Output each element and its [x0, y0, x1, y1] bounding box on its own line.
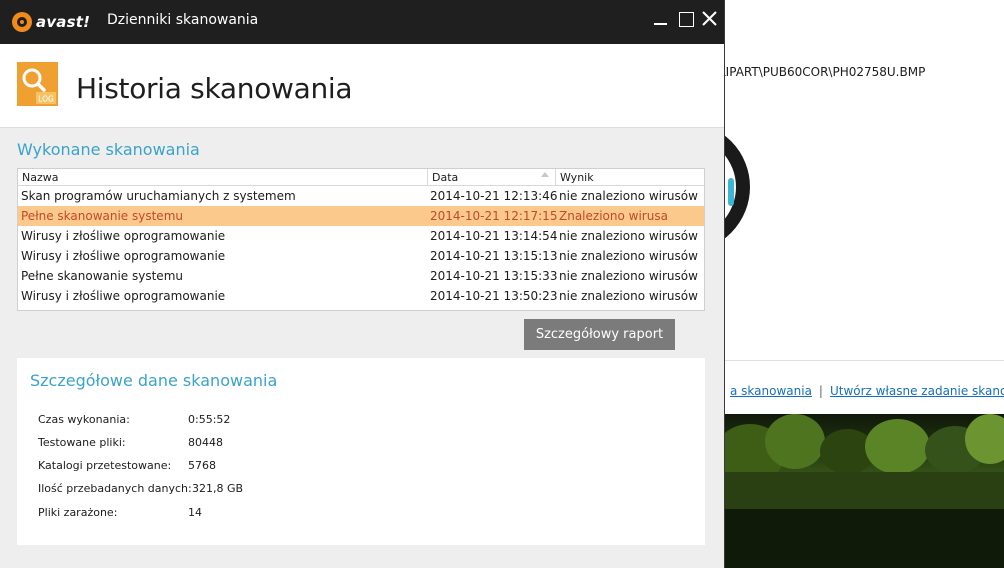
cell-date: 2014-10-21 13:14:54 [430, 229, 558, 243]
table-row[interactable]: Wirusy i złośliwe oprogramowanie 2014-10-… [18, 286, 704, 306]
cell-name: Wirusy i złośliwe oprogramowanie [21, 249, 226, 263]
background-photo [725, 414, 1004, 568]
log-file-icon: LOG [17, 62, 58, 106]
column-header-result[interactable]: Wynik [556, 169, 704, 186]
cell-result: nie znaleziono wirusów [559, 249, 698, 263]
detail-value: 0:55:52 [188, 413, 231, 426]
table-row[interactable]: Pełne skanowanie systemu 2014-10-21 12:17… [18, 206, 704, 226]
cell-date: 2014-10-21 13:15:13 [430, 249, 558, 263]
detail-row: Testowane pliki: 80448 [38, 436, 223, 449]
avast-logo-text: avast! [36, 13, 91, 31]
column-header-date[interactable]: Data [428, 169, 556, 186]
detail-value: 321,8 GB [192, 482, 244, 495]
minimize-button[interactable] [650, 8, 672, 30]
table-header: Nazwa Data Wynik [18, 169, 704, 186]
background-divider [725, 360, 1004, 361]
details-section-title: Szczegółowe dane skanowania [30, 371, 278, 390]
maximize-button[interactable] [675, 8, 697, 30]
background-link-separator: | [818, 384, 823, 398]
detail-value: 14 [188, 506, 202, 519]
page-title: Historia skanowania [76, 72, 353, 105]
title-bar[interactable]: avast! Dzienniki skanowania [0, 0, 724, 44]
background-link-scan[interactable]: a skanowania [730, 384, 812, 398]
table-body: Skan programów uruchamianych z systemem 2… [18, 186, 704, 306]
background-file-path: LIPART\PUB60COR\PH02758U.BMP [719, 65, 926, 79]
column-header-name[interactable]: Nazwa [18, 169, 428, 186]
detail-label: Czas wykonania: [38, 413, 130, 426]
cell-result: nie znaleziono wirusów [559, 229, 698, 243]
cell-result: Znaleziono wirusa [559, 209, 668, 223]
background-link-create-task[interactable]: Utwórz własne zadanie skanowania [830, 384, 1004, 398]
close-icon [702, 11, 717, 26]
scans-section-title: Wykonane skanowania [17, 140, 200, 159]
cell-date: 2014-10-21 12:17:15 [430, 209, 558, 223]
detailed-report-button[interactable]: Szczegółowy raport [524, 319, 675, 350]
background-links: a skanowania | Utwórz własne zadanie skano… [730, 384, 1004, 398]
cell-date: 2014-10-21 12:13:46 [430, 189, 558, 203]
close-button[interactable] [699, 8, 721, 30]
cell-name: Pełne skanowanie systemu [21, 209, 183, 223]
cell-result: nie znaleziono wirusów [559, 189, 698, 203]
detail-label: Pliki zarażone: [38, 506, 118, 519]
detail-row: Ilość przebadanych danych:321,8 GB [38, 482, 243, 495]
detail-value: 80448 [188, 436, 223, 449]
detail-label: Katalogi przetestowane: [38, 459, 172, 472]
scans-table: Nazwa Data Wynik Skan programów uruchami… [17, 168, 705, 311]
cell-date: 2014-10-21 13:15:33 [430, 269, 558, 283]
cell-name: Skan programów uruchamianych z systemem [21, 189, 296, 203]
detail-value: 5768 [188, 459, 216, 472]
log-icon-label: LOG [38, 95, 54, 104]
detail-row: Katalogi przetestowane: 5768 [38, 459, 216, 472]
sort-ascending-icon [541, 172, 549, 177]
avast-logo-icon [12, 12, 32, 32]
cell-result: nie znaleziono wirusów [559, 289, 698, 303]
table-row[interactable]: Skan programów uruchamianych z systemem 2… [18, 186, 704, 206]
window-title: Dzienniki skanowania [107, 12, 259, 28]
cell-result: nie znaleziono wirusów [559, 269, 698, 283]
header-panel: LOG Historia skanowania [0, 44, 724, 128]
cell-name: Pełne skanowanie systemu [21, 269, 183, 283]
detail-row: Pliki zarażone: 14 [38, 506, 202, 519]
cell-date: 2014-10-21 13:50:23 [430, 289, 558, 303]
scan-logs-dialog: avast! Dzienniki skanowania LOG Historia… [0, 0, 725, 568]
cell-name: Wirusy i złośliwe oprogramowanie [21, 289, 226, 303]
column-header-date-label: Data [432, 171, 459, 184]
table-row[interactable]: Pełne skanowanie systemu 2014-10-21 13:15… [18, 266, 704, 286]
detail-label: Ilość przebadanych danych: [38, 482, 192, 495]
table-row[interactable]: Wirusy i złośliwe oprogramowanie 2014-10-… [18, 246, 704, 266]
cell-name: Wirusy i złośliwe oprogramowanie [21, 229, 226, 243]
avast-logo: avast! [12, 9, 90, 35]
table-row[interactable]: Wirusy i złośliwe oprogramowanie 2014-10-… [18, 226, 704, 246]
detail-label: Testowane pliki: [38, 436, 126, 449]
details-panel: Szczegółowe dane skanowania Czas wykonan… [17, 358, 705, 545]
detail-row: Czas wykonania: 0:55:52 [38, 413, 230, 426]
